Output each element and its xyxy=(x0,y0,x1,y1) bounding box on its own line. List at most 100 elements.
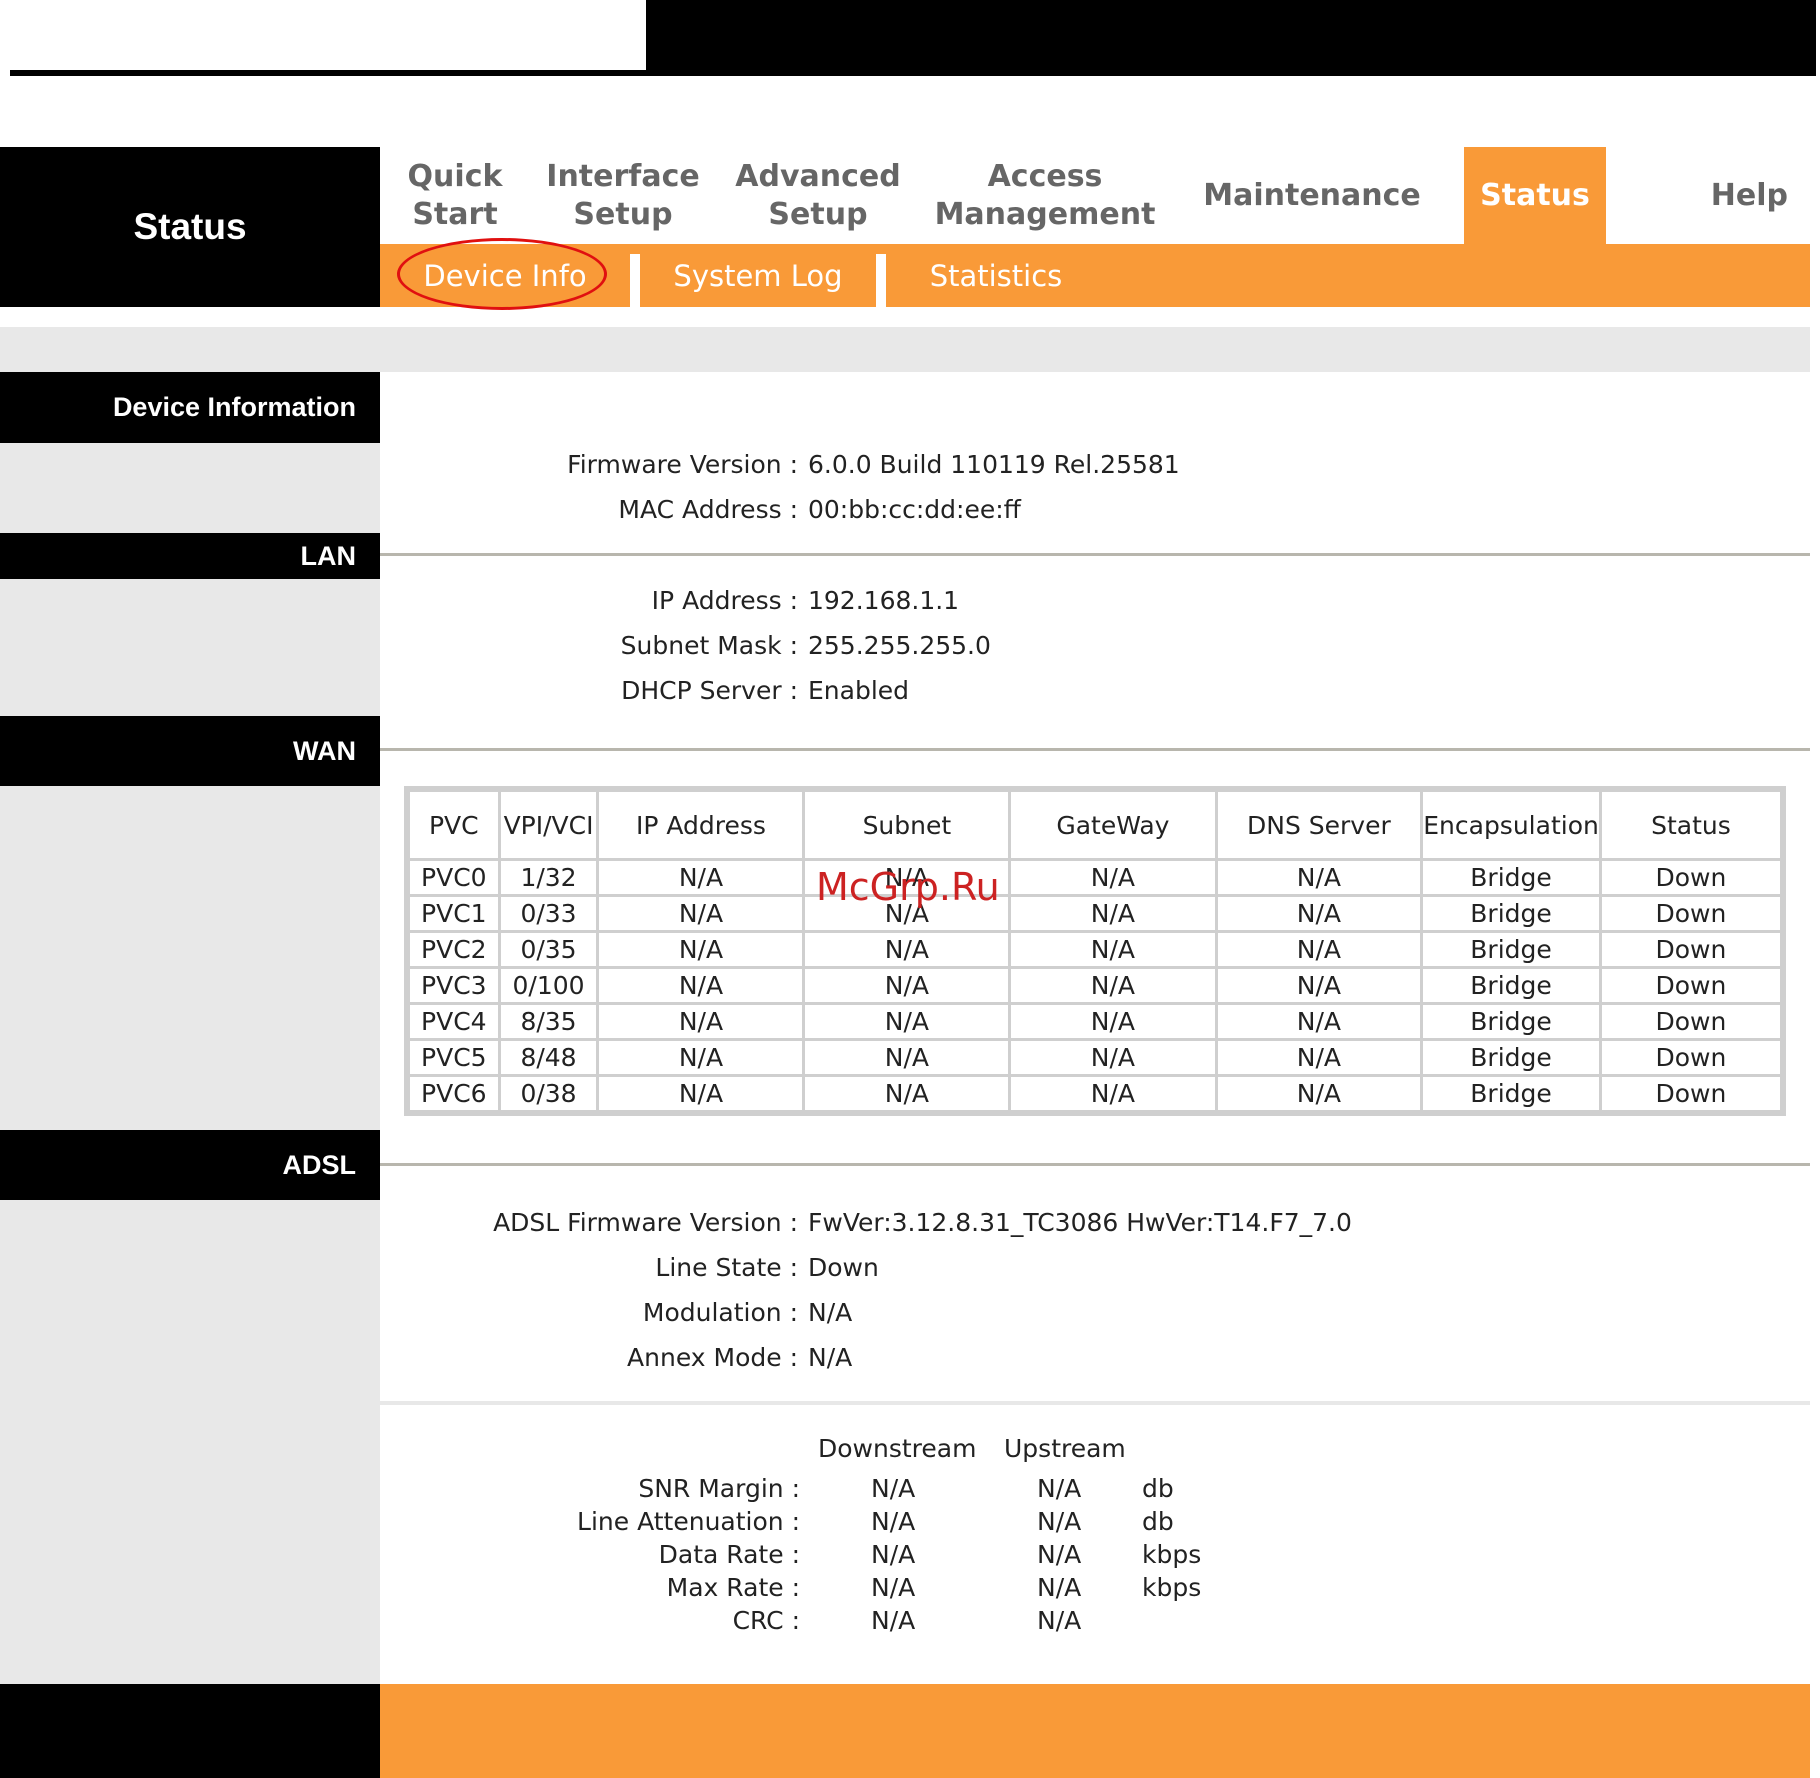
wan-table: PVC VPI/VCI IP Address Subnet GateWay DN… xyxy=(404,786,1786,1116)
section-heading-wan: WAN xyxy=(0,716,380,786)
cell-ip-address: N/A xyxy=(599,933,803,966)
cell-vpi-vci: 0/38 xyxy=(500,1077,597,1110)
cell-subnet: N/A xyxy=(805,1077,1009,1110)
nav-status[interactable]: Status xyxy=(1464,147,1606,244)
nav-maintenance[interactable]: Maintenance xyxy=(1170,147,1454,244)
table-row: PVC2 0/35 N/A N/A N/A N/A Bridge Down xyxy=(410,933,1780,966)
mask-row: Subnet Mask : 255.255.255.0 xyxy=(0,631,1820,663)
stat-up: N/A xyxy=(1037,1606,1082,1635)
col-vpi-vci: VPI/VCI xyxy=(500,792,597,858)
col-status: Status xyxy=(1601,792,1780,858)
modulation-row: Modulation : N/A xyxy=(0,1298,1820,1330)
cell-gateway: N/A xyxy=(1011,1005,1215,1038)
mask-value: 255.255.255.0 xyxy=(808,631,991,660)
nav-interface-setup[interactable]: Interface Setup xyxy=(530,147,716,244)
cell-dns-server: N/A xyxy=(1217,861,1421,894)
cell-subnet: N/A xyxy=(805,969,1009,1002)
cell-status: Down xyxy=(1601,897,1780,930)
cell-pvc: PVC1 xyxy=(410,897,498,930)
footer-left xyxy=(0,1684,380,1778)
section-heading-device-information: Device Information xyxy=(0,372,380,443)
subnav-system-log[interactable]: System Log xyxy=(640,244,876,307)
nav-quick-start[interactable]: Quick Start xyxy=(380,147,530,244)
stat-label: Line Attenuation : xyxy=(577,1507,800,1536)
mac-label: MAC Address : xyxy=(618,495,798,524)
annex-row: Annex Mode : N/A xyxy=(0,1343,1820,1375)
main-nav: Quick Start Interface Setup Advanced Set… xyxy=(380,147,1810,244)
table-row: PVC4 8/35 N/A N/A N/A N/A Bridge Down xyxy=(410,1005,1780,1038)
stat-up: N/A xyxy=(1037,1573,1082,1602)
table-row: PVC5 8/48 N/A N/A N/A N/A Bridge Down xyxy=(410,1041,1780,1074)
stat-unit: kbps xyxy=(1142,1573,1202,1602)
stat-up: N/A xyxy=(1037,1474,1082,1503)
col-subnet: Subnet xyxy=(805,792,1009,858)
cell-pvc: PVC3 xyxy=(410,969,498,1002)
cell-ip-address: N/A xyxy=(599,1041,803,1074)
page-title: Status xyxy=(0,147,380,307)
cell-subnet: N/A xyxy=(805,933,1009,966)
cell-subnet: N/A xyxy=(805,1005,1009,1038)
cell-ip-address: N/A xyxy=(599,1077,803,1110)
cell-vpi-vci: 0/100 xyxy=(500,969,597,1002)
cell-gateway: N/A xyxy=(1011,969,1215,1002)
upstream-header: Upstream xyxy=(1004,1434,1126,1463)
stat-down: N/A xyxy=(871,1507,916,1536)
cell-encapsulation: Bridge xyxy=(1423,933,1599,966)
adsl-fw-label: ADSL Firmware Version : xyxy=(493,1208,798,1237)
cell-status: Down xyxy=(1601,933,1780,966)
table-row: PVC3 0/100 N/A N/A N/A N/A Bridge Down xyxy=(410,969,1780,1002)
nav-help[interactable]: Help xyxy=(1606,147,1810,244)
nav-advanced-setup[interactable]: Advanced Setup xyxy=(716,147,920,244)
table-row: PVC0 1/32 N/A N/A N/A N/A Bridge Down xyxy=(410,861,1780,894)
annex-value: N/A xyxy=(808,1343,853,1372)
cell-status: Down xyxy=(1601,1041,1780,1074)
table-row: PVC1 0/33 N/A N/A N/A N/A Bridge Down xyxy=(410,897,1780,930)
stat-down: N/A xyxy=(871,1573,916,1602)
line-state-label: Line State : xyxy=(655,1253,798,1282)
cell-gateway: N/A xyxy=(1011,1041,1215,1074)
downstream-header: Downstream xyxy=(818,1434,977,1463)
adsl-fw-row: ADSL Firmware Version : FwVer:3.12.8.31_… xyxy=(0,1208,1820,1240)
stat-down: N/A xyxy=(871,1606,916,1635)
cell-dns-server: N/A xyxy=(1217,1041,1421,1074)
cell-encapsulation: Bridge xyxy=(1423,861,1599,894)
col-encapsulation: Encapsulation xyxy=(1423,792,1599,858)
cell-dns-server: N/A xyxy=(1217,1005,1421,1038)
dhcp-row: DHCP Server : Enabled xyxy=(0,676,1820,708)
cell-gateway: N/A xyxy=(1011,1077,1215,1110)
section-rule xyxy=(380,1401,1810,1405)
cell-dns-server: N/A xyxy=(1217,933,1421,966)
modulation-label: Modulation : xyxy=(642,1298,798,1327)
cell-ip-address: N/A xyxy=(599,969,803,1002)
ip-row: IP Address : 192.168.1.1 xyxy=(0,586,1820,618)
annex-label: Annex Mode : xyxy=(627,1343,798,1372)
cell-status: Down xyxy=(1601,1005,1780,1038)
cell-vpi-vci: 8/35 xyxy=(500,1005,597,1038)
cell-ip-address: N/A xyxy=(599,897,803,930)
cell-encapsulation: Bridge xyxy=(1423,1041,1599,1074)
cell-pvc: PVC2 xyxy=(410,933,498,966)
divider-band xyxy=(0,327,1810,372)
section-rule xyxy=(380,553,1810,556)
header-banner xyxy=(646,0,1816,76)
col-pvc: PVC xyxy=(410,792,498,858)
cell-pvc: PVC4 xyxy=(410,1005,498,1038)
section-heading-adsl: ADSL xyxy=(0,1130,380,1200)
cell-encapsulation: Bridge xyxy=(1423,969,1599,1002)
cell-encapsulation: Bridge xyxy=(1423,1005,1599,1038)
table-header-row: PVC VPI/VCI IP Address Subnet GateWay DN… xyxy=(410,792,1780,858)
firmware-label: Firmware Version : xyxy=(567,450,798,479)
subnav-statistics[interactable]: Statistics xyxy=(886,244,1106,307)
cell-vpi-vci: 8/48 xyxy=(500,1041,597,1074)
section-rule xyxy=(380,1163,1810,1166)
mac-row: MAC Address : 00:bb:cc:dd:ee:ff xyxy=(0,495,1820,527)
stat-label: CRC : xyxy=(732,1606,800,1635)
cell-pvc: PVC5 xyxy=(410,1041,498,1074)
nav-access-management[interactable]: Access Management xyxy=(920,147,1170,244)
cell-dns-server: N/A xyxy=(1217,969,1421,1002)
stat-unit: db xyxy=(1142,1507,1174,1536)
ip-value: 192.168.1.1 xyxy=(808,586,960,615)
cell-gateway: N/A xyxy=(1011,933,1215,966)
cell-vpi-vci: 1/32 xyxy=(500,861,597,894)
col-dns-server: DNS Server xyxy=(1217,792,1421,858)
